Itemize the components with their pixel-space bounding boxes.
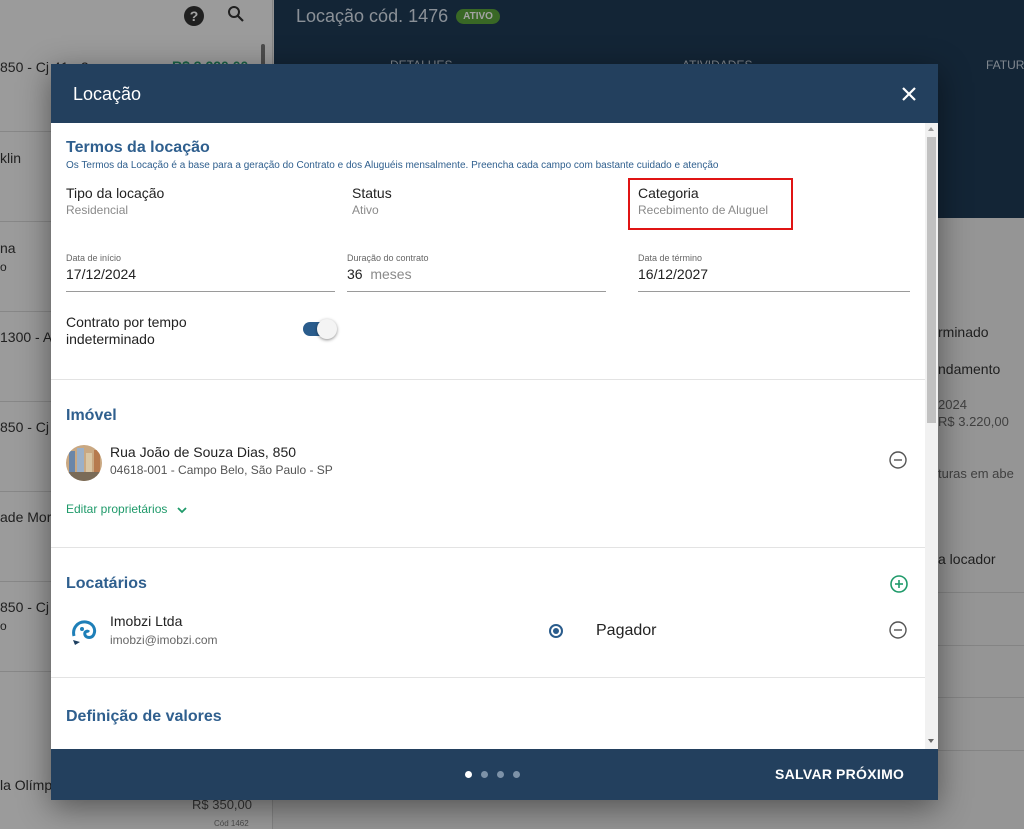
payer-radio[interactable] bbox=[549, 624, 563, 638]
modal-body: Termos da locação Os Termos da Locação é… bbox=[51, 123, 925, 749]
data-inicio-underline bbox=[66, 291, 335, 292]
property-address: Rua João de Souza Dias, 850 bbox=[110, 444, 297, 460]
tipo-locacao-value[interactable]: Residencial bbox=[66, 203, 128, 217]
property-photo bbox=[66, 445, 102, 481]
step-dot-3[interactable] bbox=[497, 771, 504, 778]
chevron-down-icon bbox=[177, 507, 187, 514]
next-button[interactable]: PRÓXIMO bbox=[836, 766, 904, 782]
section-title-valores: Definição de valores bbox=[66, 708, 222, 725]
tipo-locacao-label: Tipo da locação bbox=[66, 185, 165, 201]
modal-scrollbar[interactable] bbox=[925, 123, 938, 749]
edit-owners-label: Editar proprietários bbox=[66, 502, 168, 516]
step-dot-4[interactable] bbox=[513, 771, 520, 778]
status-value[interactable]: Ativo bbox=[352, 203, 379, 217]
payer-label: Pagador bbox=[596, 622, 657, 639]
data-inicio-label: Data de início bbox=[66, 253, 122, 263]
tenant-logo bbox=[68, 616, 100, 648]
divider bbox=[51, 677, 925, 678]
data-termino-label: Data de término bbox=[638, 253, 703, 263]
categoria-label: Categoria bbox=[638, 185, 699, 201]
save-button[interactable]: SALVAR bbox=[775, 766, 832, 782]
section-description-termos: Os Termos da Locação é a base para a ger… bbox=[66, 160, 719, 171]
tenant-email: imobzi@imobzi.com bbox=[110, 633, 218, 647]
duracao-value: 36 bbox=[347, 266, 363, 282]
step-dot-1[interactable] bbox=[465, 771, 472, 778]
divider bbox=[51, 379, 925, 380]
locacao-modal: Locação Termos da locação Os Termos da L… bbox=[51, 64, 938, 800]
modal-header: Locação bbox=[51, 64, 938, 123]
divider bbox=[51, 547, 925, 548]
data-termino-field[interactable]: 16/12/2027 bbox=[638, 266, 708, 282]
modal-footer: SALVAR PRÓXIMO bbox=[51, 749, 938, 800]
status-label: Status bbox=[352, 185, 392, 201]
scroll-down-icon[interactable] bbox=[928, 739, 934, 743]
property-subaddress: 04618-001 - Campo Belo, São Paulo - SP bbox=[110, 463, 333, 477]
section-title-termos: Termos da locação bbox=[66, 139, 210, 156]
remove-tenant-icon[interactable] bbox=[889, 621, 907, 639]
duracao-underline bbox=[347, 291, 606, 292]
duracao-field[interactable]: 36 meses bbox=[347, 266, 412, 282]
section-title-locatarios: Locatários bbox=[66, 575, 147, 592]
indeterminado-label: Contrato por tempo indeterminado bbox=[66, 314, 187, 347]
tenant-name: Imobzi Ltda bbox=[110, 613, 183, 629]
categoria-value[interactable]: Recebimento de Aluguel bbox=[638, 203, 768, 217]
modal-title: Locação bbox=[73, 84, 142, 104]
close-icon[interactable] bbox=[897, 82, 921, 106]
duracao-unit: meses bbox=[370, 266, 412, 282]
duracao-label: Duração do contrato bbox=[347, 253, 429, 263]
add-tenant-icon[interactable] bbox=[890, 575, 908, 593]
section-title-imovel: Imóvel bbox=[66, 407, 117, 424]
data-inicio-field[interactable]: 17/12/2024 bbox=[66, 266, 136, 282]
scroll-thumb[interactable] bbox=[927, 137, 936, 423]
step-dot-2[interactable] bbox=[481, 771, 488, 778]
edit-owners-link[interactable]: Editar proprietários bbox=[66, 502, 187, 516]
remove-property-icon[interactable] bbox=[889, 451, 907, 469]
data-termino-underline bbox=[638, 291, 910, 292]
scroll-up-icon[interactable] bbox=[928, 127, 934, 131]
indeterminado-toggle-knob[interactable] bbox=[317, 319, 337, 339]
